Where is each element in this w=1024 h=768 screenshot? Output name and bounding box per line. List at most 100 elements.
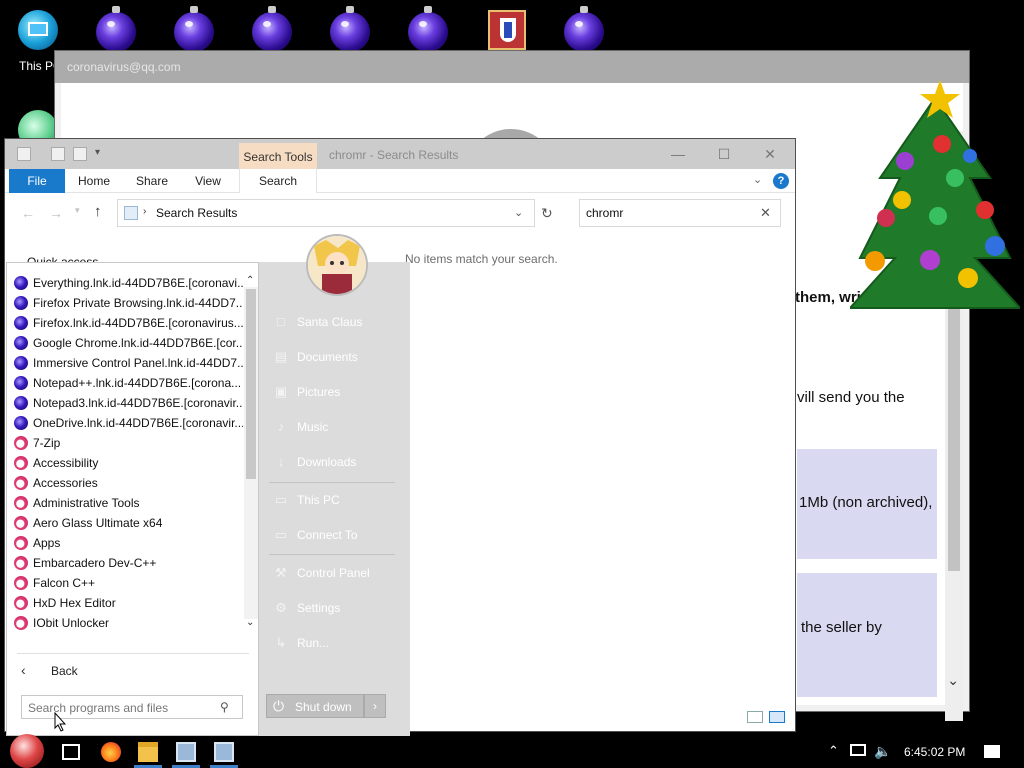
start-item-connect-to[interactable]: ▭ Connect To: [267, 523, 401, 547]
chevron-down-icon[interactable]: ▾: [95, 147, 100, 158]
chevron-up-icon[interactable]: ⌃: [828, 743, 839, 759]
large-icons-view-icon[interactable]: [769, 711, 785, 723]
program-item[interactable]: Notepad++.lnk.id-44DD7B6E.[corona...: [11, 373, 243, 393]
help-icon[interactable]: ?: [773, 173, 789, 189]
start-item-santa-claus[interactable]: □ Santa Claus: [267, 310, 401, 334]
program-item[interactable]: Accessibility: [11, 453, 243, 473]
program-label: Notepad++.lnk.id-44DD7B6E.[corona...: [33, 376, 242, 390]
start-item-this-pc[interactable]: ▭ This PC: [267, 488, 401, 512]
scroll-up-icon[interactable]: ⌃: [246, 275, 254, 286]
app-icon[interactable]: [486, 8, 530, 52]
forward-arrow-icon[interactable]: →: [49, 205, 63, 221]
program-item[interactable]: Immersive Control Panel.lnk.id-44DD7...: [11, 353, 243, 373]
ornament-icon[interactable]: [328, 6, 372, 52]
start-item-label: Downloads: [297, 455, 357, 469]
empty-results-message: No items match your search.: [405, 252, 558, 266]
clear-search-icon[interactable]: ✕: [760, 205, 771, 221]
start-orb-icon[interactable]: [10, 734, 44, 768]
user-icon: □: [277, 314, 285, 329]
avatar[interactable]: [306, 234, 368, 296]
ornament-icon: [14, 276, 28, 290]
back-button[interactable]: ‹ Back: [19, 661, 119, 681]
tab-file[interactable]: File: [9, 169, 65, 193]
close-button[interactable]: ✕: [747, 139, 793, 169]
properties-icon[interactable]: [51, 147, 65, 161]
program-item[interactable]: Google Chrome.lnk.id-44DD7B6E.[cor...: [11, 333, 243, 353]
bg-line: the seller by: [801, 619, 882, 636]
ornament-icon[interactable]: [562, 6, 606, 52]
chevron-down-icon[interactable]: ⌄: [514, 206, 523, 219]
start-item-documents[interactable]: ▤ Documents: [267, 345, 401, 369]
app-icon[interactable]: [214, 742, 234, 762]
clock[interactable]: 6:45:02 PM: [904, 745, 965, 759]
tab-share[interactable]: Share: [125, 169, 179, 193]
program-item[interactable]: OneDrive.lnk.id-44DD7B6E.[coronavir...: [11, 413, 243, 433]
shut-down-label: Shut down: [295, 700, 352, 714]
notifications-icon[interactable]: [984, 745, 1000, 758]
start-item-settings[interactable]: ⚙ Settings: [267, 596, 401, 620]
search-value[interactable]: chromr: [586, 206, 623, 220]
chevron-down-icon[interactable]: ⌄: [947, 672, 959, 689]
start-item-pictures[interactable]: ▣ Pictures: [267, 380, 401, 404]
shut-down-options-button[interactable]: ›: [364, 694, 386, 718]
recent-locations-icon[interactable]: ▾: [75, 205, 80, 216]
ribbon-expand-icon[interactable]: ⌄: [753, 173, 762, 186]
start-item-downloads[interactable]: ↓ Downloads: [267, 450, 401, 474]
refresh-icon[interactable]: ↻: [541, 205, 553, 222]
program-item[interactable]: IObit Unlocker: [11, 613, 243, 633]
program-item[interactable]: Administrative Tools: [11, 493, 243, 513]
explorer-app-icon[interactable]: [17, 147, 31, 161]
program-item[interactable]: Everything.lnk.id-44DD7B6E.[coronavi...: [11, 273, 243, 293]
program-label: Accessibility: [33, 456, 99, 470]
folder-icon: [14, 576, 28, 590]
breadcrumb-chevron-icon[interactable]: ›: [143, 206, 146, 217]
back-arrow-icon[interactable]: ←: [21, 205, 35, 221]
address-bar[interactable]: › Search Results ⌄: [117, 199, 535, 227]
ornament-icon[interactable]: [94, 6, 138, 52]
start-item-music[interactable]: ♪ Music: [267, 415, 401, 439]
program-item[interactable]: Apps: [11, 533, 243, 553]
search-tools-context-tab[interactable]: Search Tools: [239, 143, 317, 169]
tab-home[interactable]: Home: [67, 169, 121, 193]
program-item[interactable]: Accessories: [11, 473, 243, 493]
program-item[interactable]: 7-Zip: [11, 433, 243, 453]
scroll-down-icon[interactable]: ⌄: [246, 617, 254, 628]
shut-down-button[interactable]: ⏻ Shut down: [266, 694, 364, 718]
search-icon[interactable]: ⚲: [220, 700, 229, 714]
details-view-icon[interactable]: [747, 711, 763, 723]
up-arrow-icon[interactable]: ↑: [94, 203, 102, 220]
program-item[interactable]: Embarcadero Dev-C++: [11, 553, 243, 573]
this-pc-icon[interactable]: [16, 8, 60, 52]
ornament-icon[interactable]: [172, 6, 216, 52]
program-item[interactable]: Aero Glass Ultimate x64: [11, 513, 243, 533]
tab-view[interactable]: View: [181, 169, 235, 193]
ornament-icon: [14, 316, 28, 330]
tab-search[interactable]: Search: [239, 169, 317, 193]
ornament-icon[interactable]: [250, 6, 294, 52]
volume-icon[interactable]: 🔈: [874, 743, 891, 760]
start-item-label: Music: [297, 420, 329, 434]
program-item[interactable]: Firefox Private Browsing.lnk.id-44DD7...: [11, 293, 243, 313]
program-list-scrollbar[interactable]: [244, 287, 258, 619]
task-view-icon[interactable]: [62, 744, 80, 760]
new-folder-icon[interactable]: [73, 147, 87, 161]
documents-icon: ▤: [274, 349, 288, 364]
search-input[interactable]: chromr ✕: [579, 199, 781, 227]
app-icon[interactable]: [176, 742, 196, 762]
ornament-icon[interactable]: [406, 6, 450, 52]
program-item[interactable]: HxD Hex Editor: [11, 593, 243, 613]
program-item[interactable]: Notepad3.lnk.id-44DD7B6E.[coronavir...: [11, 393, 243, 413]
maximize-button[interactable]: ☐: [701, 139, 747, 169]
network-icon[interactable]: [850, 744, 866, 756]
explorer-titlebar: ▾ Search Tools chromr - Search Results —…: [5, 139, 795, 169]
start-item-control-panel[interactable]: ⚒ Control Panel: [267, 561, 401, 585]
firefox-icon[interactable]: [101, 742, 121, 762]
minimize-button[interactable]: —: [655, 139, 701, 169]
program-item[interactable]: Firefox.lnk.id-44DD7B6E.[coronavirus...: [11, 313, 243, 333]
program-item[interactable]: Falcon C++: [11, 573, 243, 593]
start-item-run[interactable]: ↳ Run...: [267, 631, 401, 655]
back-label: Back: [51, 664, 78, 678]
file-explorer-icon[interactable]: [138, 742, 158, 762]
ornament-icon: [14, 396, 28, 410]
address-text[interactable]: Search Results: [156, 206, 237, 220]
